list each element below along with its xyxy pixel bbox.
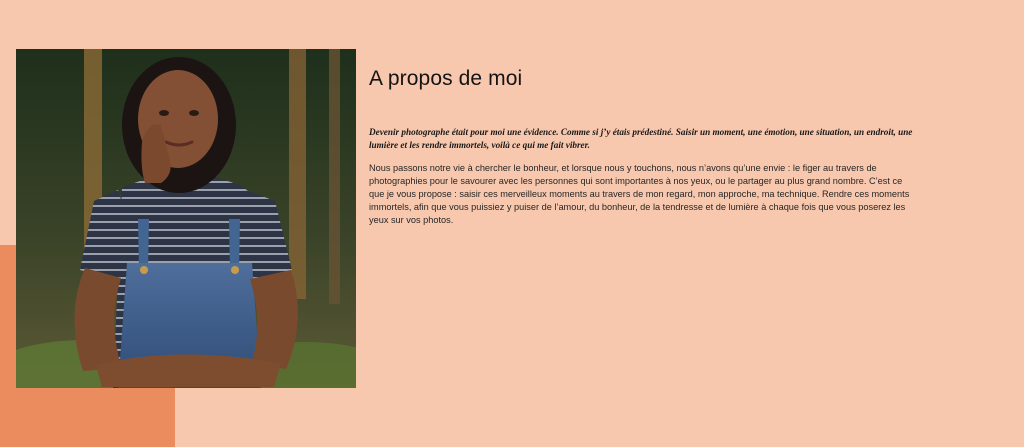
about-section: A propos de moi Devenir photographe étai… (369, 66, 914, 227)
portrait-illustration (16, 49, 356, 388)
section-title: A propos de moi (369, 67, 523, 90)
intro-quote: Devenir photographe était pour moi une é… (369, 127, 913, 151)
about-description: Nous passons notre vie à chercher le bon… (369, 163, 910, 226)
portrait-photo (16, 49, 356, 388)
